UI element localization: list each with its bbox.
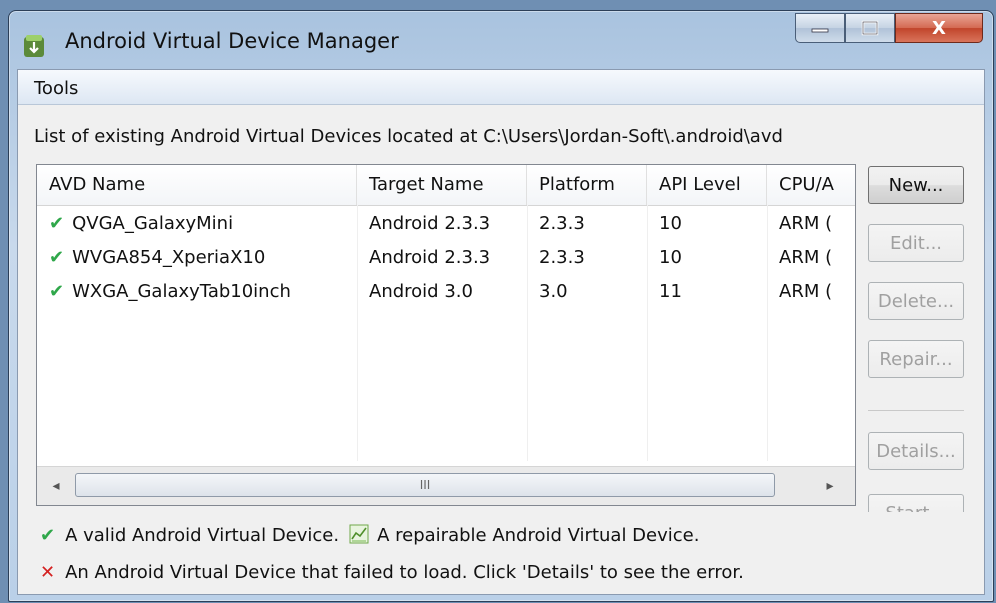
table-row[interactable]: ✔ QVGA_GalaxyMini Android 2.3.3 2.3.3 10 … xyxy=(37,207,855,241)
scroll-left-icon[interactable]: ◂ xyxy=(45,475,67,497)
new-button[interactable]: New... xyxy=(868,166,964,204)
legend-repairable-text: A repairable Android Virtual Device. xyxy=(377,525,700,546)
column-header-api-level[interactable]: API Level xyxy=(647,165,767,205)
column-header-cpu-abi[interactable]: CPU/A xyxy=(767,165,855,205)
button-separator xyxy=(868,410,964,411)
window-title: Android Virtual Device Manager xyxy=(65,29,399,53)
avd-manager-window: Android Virtual Device Manager X Tools L… xyxy=(8,10,994,602)
client-area: Tools List of existing Android Virtual D… xyxy=(17,69,985,595)
maximize-button[interactable] xyxy=(845,13,895,43)
column-header-platform[interactable]: Platform xyxy=(527,165,647,205)
title-bar[interactable]: Android Virtual Device Manager X xyxy=(9,11,993,69)
table-header: AVD Name Target Name Platform API Level … xyxy=(37,165,855,206)
valid-check-icon: ✔ xyxy=(49,281,65,302)
scroll-right-icon[interactable]: ▸ xyxy=(819,475,841,497)
edit-button[interactable]: Edit... xyxy=(868,224,964,262)
avd-location-caption: List of existing Android Virtual Devices… xyxy=(34,126,783,147)
legend-valid-text: A valid Android Virtual Device. xyxy=(65,525,340,546)
avd-table[interactable]: AVD Name Target Name Platform API Level … xyxy=(36,164,856,506)
repair-button[interactable]: Repair... xyxy=(868,340,964,378)
target-name-cell: Android 2.3.3 xyxy=(369,213,491,234)
horizontal-scrollbar[interactable]: ◂ III ▸ xyxy=(37,466,855,505)
menu-bar: Tools xyxy=(18,70,984,105)
close-button[interactable]: X xyxy=(895,13,983,43)
legend-failed-text: An Android Virtual Device that failed to… xyxy=(65,562,744,583)
start-button-clip: Start... xyxy=(868,494,964,512)
valid-check-icon: ✔ xyxy=(49,247,65,268)
table-row[interactable]: ✔ WVGA854_XperiaX10 Android 2.3.3 2.3.3 1… xyxy=(37,241,855,275)
valid-check-icon: ✔ xyxy=(49,213,65,234)
delete-button[interactable]: Delete... xyxy=(868,282,964,320)
maximize-icon xyxy=(846,14,894,42)
avd-name-cell: ✔ WVGA854_XperiaX10 xyxy=(49,247,266,268)
repair-icon xyxy=(349,524,369,544)
platform-cell: 3.0 xyxy=(539,281,568,302)
cpu-abi-cell: ARM ( xyxy=(779,281,833,302)
legend-valid-repairable: ✔ A valid Android Virtual Device. A repai… xyxy=(40,524,699,546)
details-button[interactable]: Details... xyxy=(868,432,964,470)
table-row[interactable]: ✔ WXGA_GalaxyTab10inch Android 3.0 3.0 11… xyxy=(37,275,855,309)
platform-cell: 2.3.3 xyxy=(539,247,585,268)
red-x-icon: ✕ xyxy=(40,562,56,583)
start-button[interactable]: Start... xyxy=(868,494,964,512)
column-header-avd-name[interactable]: AVD Name xyxy=(37,165,357,205)
api-level-cell: 10 xyxy=(659,213,682,234)
avd-name-cell: ✔ WXGA_GalaxyTab10inch xyxy=(49,281,291,302)
minimize-icon xyxy=(796,14,844,42)
menu-tools[interactable]: Tools xyxy=(34,78,78,99)
column-header-target-name[interactable]: Target Name xyxy=(357,165,527,205)
minimize-button[interactable] xyxy=(795,13,845,43)
target-name-cell: Android 3.0 xyxy=(369,281,473,302)
cpu-abi-cell: ARM ( xyxy=(779,247,833,268)
close-icon: X xyxy=(932,17,946,39)
api-level-cell: 10 xyxy=(659,247,682,268)
green-check-icon: ✔ xyxy=(40,525,56,546)
cpu-abi-cell: ARM ( xyxy=(779,213,833,234)
api-level-cell: 11 xyxy=(659,281,682,302)
target-name-cell: Android 2.3.3 xyxy=(369,247,491,268)
android-app-icon xyxy=(24,35,44,57)
scrollbar-thumb[interactable]: III xyxy=(75,473,775,497)
legend-failed: ✕ An Android Virtual Device that failed t… xyxy=(40,562,744,583)
avd-name-cell: ✔ QVGA_GalaxyMini xyxy=(49,213,234,234)
platform-cell: 2.3.3 xyxy=(539,213,585,234)
